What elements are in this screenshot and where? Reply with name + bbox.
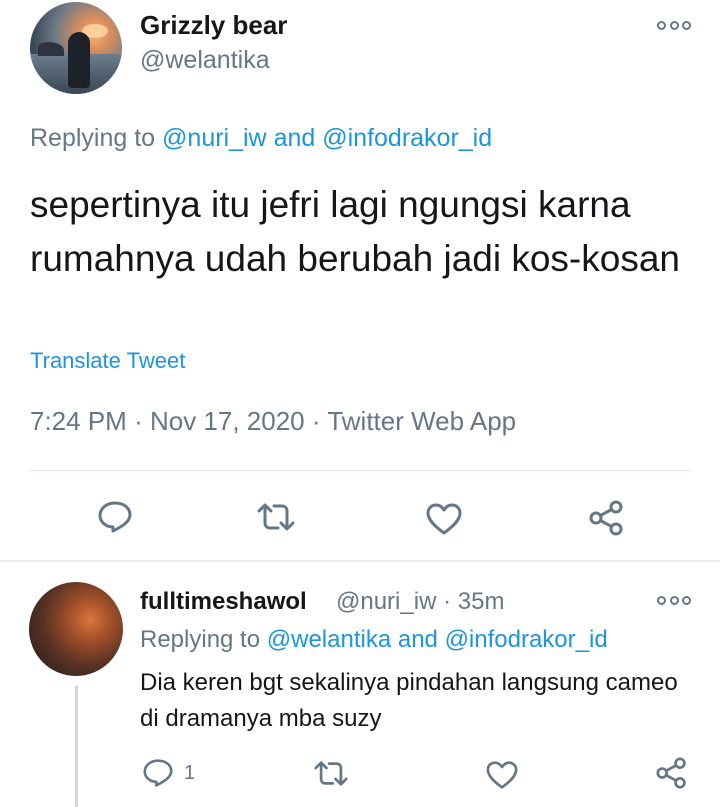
share-icon xyxy=(589,500,623,536)
mention-link[interactable]: @infodrakor_id xyxy=(322,124,492,152)
avatar-rock xyxy=(38,42,64,56)
reply-replying-to: Replying to @welantika and @infodrakor_i… xyxy=(140,626,608,654)
like-button[interactable] xyxy=(425,502,463,536)
meta-separator: · xyxy=(134,406,143,436)
reply-meta: @nuri_iw · 35m xyxy=(336,588,504,616)
replying-and[interactable]: and xyxy=(398,626,438,653)
reply-display-name[interactable]: fulltimeshawol xyxy=(140,588,307,616)
reply-time[interactable]: 35m xyxy=(458,588,505,615)
reply-handle[interactable]: @nuri_iw xyxy=(336,588,436,615)
share-button[interactable] xyxy=(588,500,626,536)
display-name[interactable]: Grizzly bear xyxy=(140,10,287,41)
meta-separator: · xyxy=(311,406,321,436)
retweet-icon xyxy=(257,503,295,531)
section-divider xyxy=(0,560,720,562)
mention-link[interactable]: @nuri_iw xyxy=(162,124,267,152)
like-icon xyxy=(486,761,518,789)
user-handle[interactable]: @welantika xyxy=(140,46,270,75)
replying-prefix: Replying to xyxy=(30,124,156,152)
reply-more-options-icon[interactable] xyxy=(657,593,691,607)
reply-avatar[interactable] xyxy=(29,582,123,676)
reply-icon xyxy=(143,759,173,787)
avatar[interactable] xyxy=(30,2,122,94)
meta-separator: · xyxy=(443,588,452,615)
mention-link[interactable]: @infodrakor_id xyxy=(445,626,608,653)
reply-count: 1 xyxy=(184,761,196,784)
like-icon xyxy=(426,503,462,535)
reply-reply-button[interactable]: 1 xyxy=(142,758,195,788)
retweet-button[interactable] xyxy=(255,502,297,532)
reply-like-button[interactable] xyxy=(485,760,519,790)
reply-button[interactable] xyxy=(97,500,133,534)
reply-text: Dia keren bgt sekalinya pindahan langsun… xyxy=(140,669,678,732)
retweet-icon xyxy=(314,761,348,786)
translate-link[interactable]: Translate Tweet xyxy=(30,348,185,374)
reply-retweet-button[interactable] xyxy=(312,760,350,787)
tweet-time[interactable]: 7:24 PM xyxy=(30,406,127,436)
tweet-meta: 7:24 PM · Nov 17, 2020 · Twitter Web App xyxy=(30,406,516,437)
avatar-person xyxy=(68,32,90,88)
reply-icon xyxy=(98,501,132,533)
more-options-icon[interactable] xyxy=(657,18,691,32)
tweet-date[interactable]: Nov 17, 2020 xyxy=(150,406,305,436)
thread-line xyxy=(75,686,78,807)
share-icon xyxy=(656,757,686,789)
tweet-source[interactable]: Twitter Web App xyxy=(327,406,516,436)
divider xyxy=(30,470,690,471)
replying-to: Replying to @nuri_iw and @infodrakor_id xyxy=(30,124,492,153)
replying-and[interactable]: and xyxy=(274,124,316,152)
replying-prefix: Replying to xyxy=(140,626,261,653)
reply-share-button[interactable] xyxy=(655,757,689,789)
tweet-text: sepertinya itu jefri lagi ngungsi karna … xyxy=(30,184,680,279)
mention-link[interactable]: @welantika xyxy=(267,626,391,653)
